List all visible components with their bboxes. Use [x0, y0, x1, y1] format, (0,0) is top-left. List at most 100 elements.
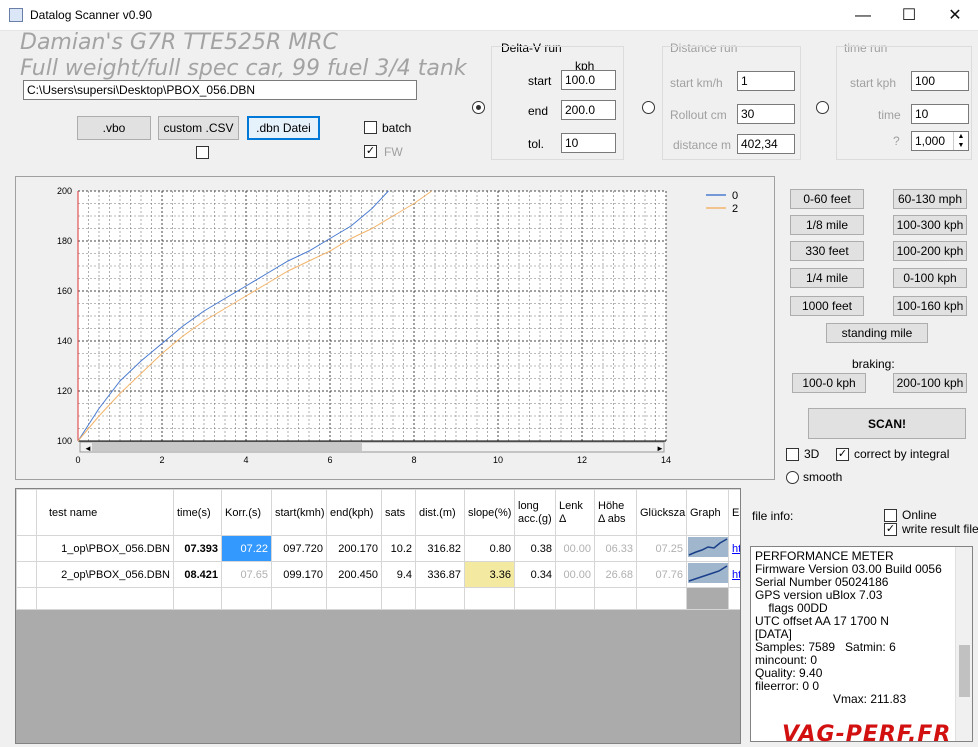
cell-lenk[interactable]: 00.00 [555, 535, 595, 562]
col-glueck[interactable]: Glückszahl [636, 489, 687, 536]
table-row-new[interactable] [16, 587, 740, 610]
cell-earth-link[interactable]: htt... [728, 561, 740, 588]
time-input[interactable]: 10 [911, 104, 969, 124]
delta-v-end-input[interactable]: 200.0 [561, 100, 616, 120]
cell-acc[interactable]: 0.38 [514, 535, 556, 562]
cell-korr[interactable]: 07.65 [221, 561, 272, 588]
cell-end[interactable]: 200.450 [326, 561, 382, 588]
row-selector[interactable] [16, 561, 37, 588]
empty-cell[interactable] [221, 587, 272, 610]
col-long-acc[interactable]: long acc.(g) [514, 489, 556, 536]
col-time[interactable]: time(s) [173, 489, 222, 536]
online-checkbox[interactable] [884, 509, 897, 522]
file-info-text[interactable]: PERFORMANCE METER Firmware Version 03.00… [750, 546, 973, 742]
empty-cell[interactable] [173, 587, 222, 610]
close-button[interactable]: ✕ [932, 0, 978, 31]
delta-v-tol-input[interactable]: 10 [561, 133, 616, 153]
empty-cell[interactable] [381, 587, 416, 610]
vbo-button[interactable]: .vbo [77, 116, 151, 140]
standing-mile-button[interactable]: standing mile [826, 323, 928, 343]
empty-cell[interactable] [636, 587, 687, 610]
cell-hoehe[interactable]: 06.33 [594, 535, 637, 562]
col-sats[interactable]: sats [381, 489, 416, 536]
cell-slope-highlight[interactable]: 3.36 [464, 561, 515, 588]
cell-sats[interactable]: 9.4 [381, 561, 416, 588]
cell-test-name[interactable]: 1_op\PBOX_056.DBN [36, 535, 174, 562]
preset-60-130-mph[interactable]: 60-130 mph [893, 189, 967, 209]
empty-cell[interactable] [271, 587, 327, 610]
cell-time[interactable]: 08.421 [173, 561, 222, 588]
table-row[interactable]: 1_op\PBOX_056.DBN 07.393 07.22 097.720 2… [16, 535, 740, 562]
cell-start[interactable]: 099.170 [271, 561, 327, 588]
cell-test-name[interactable]: 2_op\PBOX_056.DBN [36, 561, 174, 588]
col-lenk[interactable]: Lenk Δ [555, 489, 595, 536]
col-slope[interactable]: slope(%) [464, 489, 515, 536]
col-graph[interactable]: Graph [686, 489, 729, 536]
rollout-input[interactable]: 30 [737, 104, 795, 124]
cell-korr-selected[interactable]: 07.22 [221, 535, 272, 562]
cell-sats[interactable]: 10.2 [381, 535, 416, 562]
fw-checkbox[interactable]: ✓ [364, 145, 377, 158]
info-scroll-thumb[interactable] [959, 645, 970, 697]
empty-cell[interactable] [686, 587, 729, 610]
col-hoehe[interactable]: Höhe Δ abs [594, 489, 637, 536]
integral-checkbox[interactable]: ✓ [836, 448, 849, 461]
col-test-name[interactable]: test name [36, 489, 174, 536]
cell-time[interactable]: 07.393 [173, 535, 222, 562]
row-selector[interactable] [16, 535, 37, 562]
preset-eighth-mile[interactable]: 1/8 mile [790, 215, 864, 235]
minimize-button[interactable]: — [840, 0, 886, 31]
dbn-button[interactable]: .dbn Datei [247, 116, 320, 140]
delta-v-start-input[interactable]: 100.0 [561, 70, 616, 90]
custom-csv-button[interactable]: custom .CSV [158, 116, 239, 140]
col-start[interactable]: start(kmh) [271, 489, 327, 536]
batch-checkbox[interactable] [364, 121, 377, 134]
file-path-field[interactable]: C:\Users\supersi\Desktop\PBOX_056.DBN [23, 80, 417, 100]
spinner-arrows-icon[interactable]: ▲ ▼ [953, 132, 968, 150]
cell-earth-link[interactable]: htt... [728, 535, 740, 562]
maximize-button[interactable]: ☐ [886, 0, 932, 31]
csv-checkbox[interactable] [196, 146, 209, 159]
col-korr[interactable]: Korr.(s) [221, 489, 272, 536]
distance-m-input[interactable]: 402,34 [737, 134, 795, 154]
info-scrollbar[interactable] [955, 547, 972, 741]
braking-200-100-button[interactable]: 200-100 kph [893, 373, 967, 393]
cell-dist[interactable]: 336.87 [415, 561, 465, 588]
cell-lenk[interactable]: 00.00 [555, 561, 595, 588]
preset-0-60-feet[interactable]: 0-60 feet [790, 189, 864, 209]
cell-start[interactable]: 097.720 [271, 535, 327, 562]
write-result-checkbox[interactable]: ✓ [884, 523, 897, 536]
preset-330-feet[interactable]: 330 feet [790, 241, 864, 261]
col-end[interactable]: end(kph) [326, 489, 382, 536]
cell-dist[interactable]: 316.82 [415, 535, 465, 562]
scan-button[interactable]: SCAN! [808, 408, 966, 439]
row-selector[interactable] [16, 587, 37, 610]
three-d-checkbox[interactable] [786, 448, 799, 461]
empty-cell[interactable] [594, 587, 637, 610]
smooth-radio[interactable] [786, 471, 799, 484]
cell-graph[interactable] [686, 535, 729, 562]
cell-hoehe[interactable]: 26.68 [594, 561, 637, 588]
empty-cell[interactable] [415, 587, 465, 610]
preset-quarter-mile[interactable]: 1/4 mile [790, 268, 864, 288]
braking-100-0-button[interactable]: 100-0 kph [792, 373, 866, 393]
time-start-input[interactable]: 100 [911, 71, 969, 91]
preset-1000-feet[interactable]: 1000 feet [790, 296, 864, 316]
distance-start-input[interactable]: 1 [737, 71, 795, 91]
table-row[interactable]: 2_op\PBOX_056.DBN 08.421 07.65 099.170 2… [16, 561, 740, 588]
col-earth[interactable]: Earth [728, 489, 740, 536]
cell-slope[interactable]: 0.80 [464, 535, 515, 562]
empty-cell[interactable] [514, 587, 556, 610]
time-run-radio[interactable] [816, 101, 829, 114]
cell-acc[interactable]: 0.34 [514, 561, 556, 588]
empty-cell[interactable] [728, 587, 740, 610]
empty-cell[interactable] [326, 587, 382, 610]
preset-100-160-kph[interactable]: 100-160 kph [893, 296, 967, 316]
empty-cell[interactable] [464, 587, 515, 610]
col-dist[interactable]: dist.(m) [415, 489, 465, 536]
preset-100-300-kph[interactable]: 100-300 kph [893, 215, 967, 235]
empty-cell[interactable] [555, 587, 595, 610]
cell-glueck[interactable]: 07.76 [636, 561, 687, 588]
cell-glueck[interactable]: 07.25 [636, 535, 687, 562]
empty-cell[interactable] [36, 587, 174, 610]
